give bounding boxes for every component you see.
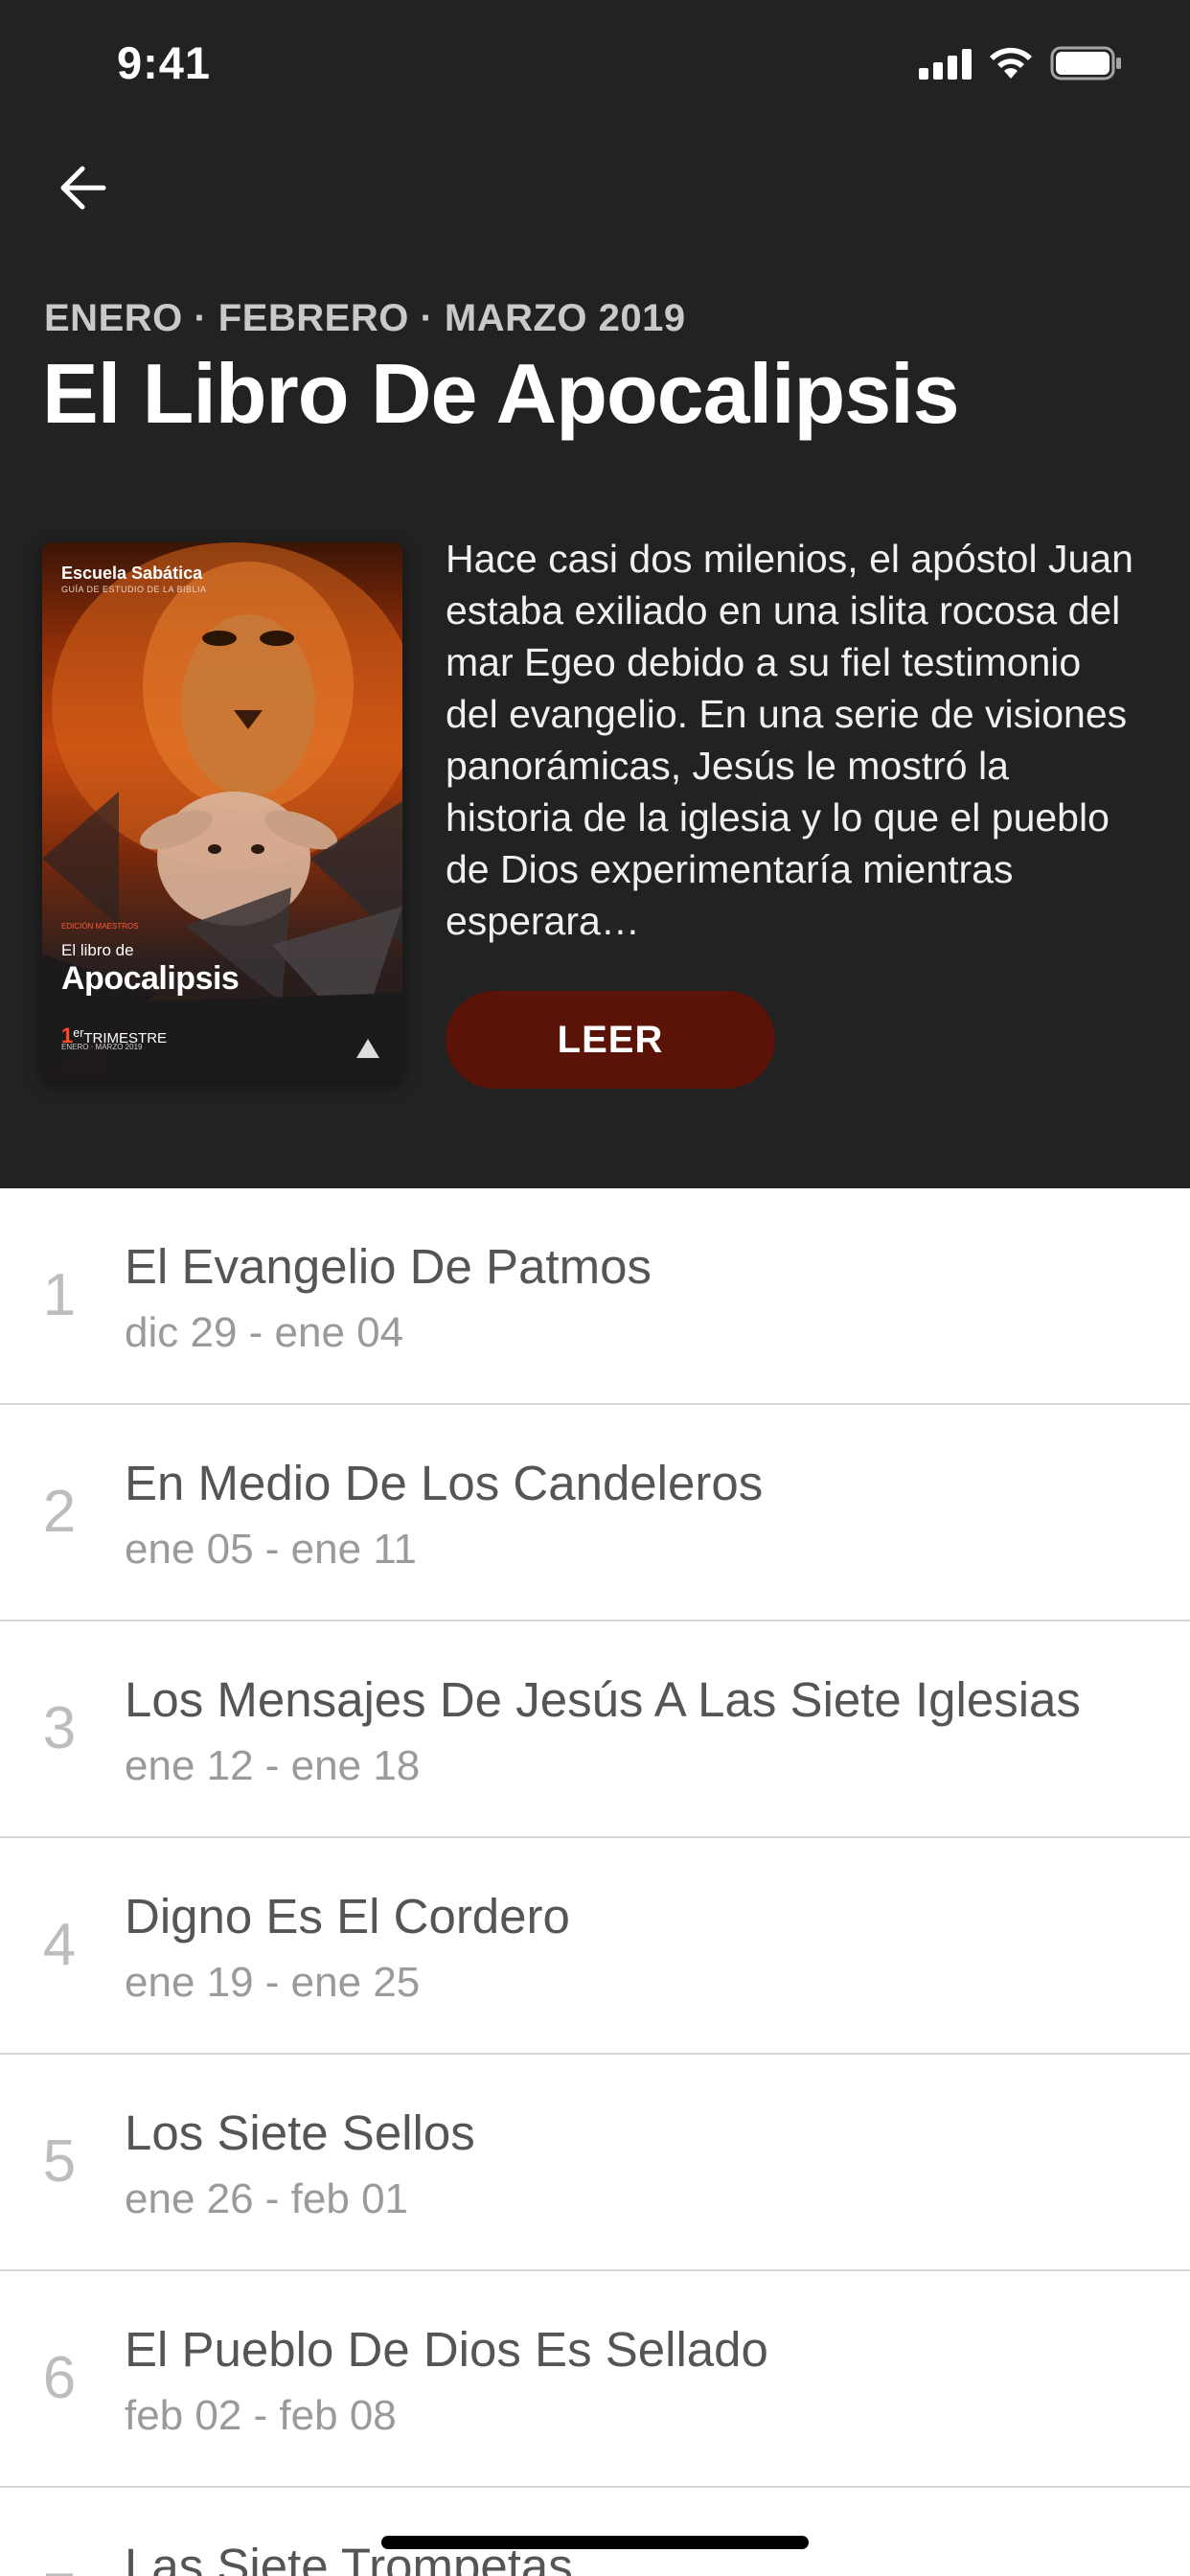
- status-bar: 9:41: [0, 0, 1190, 134]
- battery-icon: [1050, 46, 1121, 80]
- lesson-dates: dic 29 - ene 04: [125, 1309, 404, 1356]
- cover-book-title: Apocalipsis: [61, 960, 240, 997]
- cover-quarter-suffix: er: [73, 1026, 84, 1040]
- lesson-number: 7: [40, 2561, 79, 2576]
- lesson-item[interactable]: 3 Los Mensajes De Jesús A Las Siete Igle…: [0, 1622, 1190, 1838]
- lesson-title: Los Siete Sellos: [125, 2105, 475, 2160]
- lesson-title: Los Mensajes De Jesús A Las Siete Iglesi…: [125, 1672, 1081, 1727]
- lesson-dates: ene 26 - feb 01: [125, 2175, 409, 2222]
- lesson-number: 6: [42, 2345, 77, 2411]
- cover-school-subtitle: GUÍA DE ESTUDIO DE LA BIBLIA: [61, 585, 207, 594]
- lesson-dates: ene 05 - ene 11: [125, 1526, 417, 1573]
- lesson-title: Digno Es El Cordero: [125, 1889, 570, 1944]
- cellular-signal-icon: [919, 47, 972, 80]
- lesson-list: 1 El Evangelio De Patmos dic 29 - ene 04…: [0, 1188, 1190, 2576]
- quarterly-description: Hace casi dos milenios, el apóstol Juan …: [446, 537, 1133, 943]
- status-icons: [919, 46, 1123, 80]
- lesson-dates: feb 02 - feb 08: [125, 2392, 397, 2439]
- arrow-left-icon: [60, 166, 106, 210]
- lesson-title: En Medio De Los Candeleros: [125, 1456, 764, 1510]
- lesson-dates: ene 12 - ene 18: [125, 1742, 421, 1789]
- quarter-label: ENERO · FEBRERO · MARZO 2019: [44, 297, 686, 339]
- lesson-item[interactable]: 4 Digno Es El Cordero ene 19 - ene 25: [0, 1838, 1190, 2055]
- lesson-item[interactable]: 6 El Pueblo De Dios Es Sellado feb 02 - …: [0, 2271, 1190, 2488]
- lesson-list-screen: 9:41 ENERO · FEBRERO · MARZO 2019 El Lib…: [0, 0, 1190, 2576]
- quarterly-cover-image[interactable]: Escuela Sabática GUÍA DE ESTUDIO DE LA B…: [42, 542, 402, 1081]
- status-time: 9:41: [117, 37, 212, 88]
- cover-dates: ENERO · MARZO 2019: [61, 1043, 143, 1051]
- lesson-item[interactable]: 7 Las Siete Trompetas: [0, 2488, 1190, 2576]
- lesson-title: El Evangelio De Patmos: [125, 1239, 652, 1294]
- wifi-icon: [990, 47, 1032, 79]
- home-indicator[interactable]: [381, 2536, 809, 2549]
- quarterly-header: 9:41 ENERO · FEBRERO · MARZO 2019 El Lib…: [0, 0, 1190, 1188]
- lesson-item[interactable]: 5 Los Siete Sellos ene 26 - feb 01: [0, 2055, 1190, 2271]
- lesson-item[interactable]: 2 En Medio De Los Candeleros ene 05 - en…: [0, 1405, 1190, 1622]
- lesson-number: 1: [42, 1262, 77, 1328]
- cover-book-prefix: El libro de: [61, 941, 134, 959]
- lesson-number: 4: [42, 1912, 77, 1978]
- cover-artwork: [42, 542, 402, 1081]
- lesson-item[interactable]: 1 El Evangelio De Patmos dic 29 - ene 04: [0, 1188, 1190, 1405]
- cover-edition: EDICIÓN MAESTROS: [61, 922, 139, 931]
- lesson-number: 2: [42, 1479, 77, 1545]
- cover-school-title: Escuela Sabática: [61, 564, 203, 583]
- lesson-number: 3: [42, 1695, 77, 1761]
- lesson-number: 5: [42, 2128, 77, 2195]
- page-title: El Libro De Apocalipsis: [42, 346, 960, 441]
- back-button[interactable]: [48, 153, 117, 222]
- read-button[interactable]: LEER: [446, 991, 775, 1089]
- lesson-dates: ene 19 - ene 25: [125, 1959, 421, 2006]
- lesson-title: El Pueblo De Dios Es Sellado: [125, 2322, 768, 2377]
